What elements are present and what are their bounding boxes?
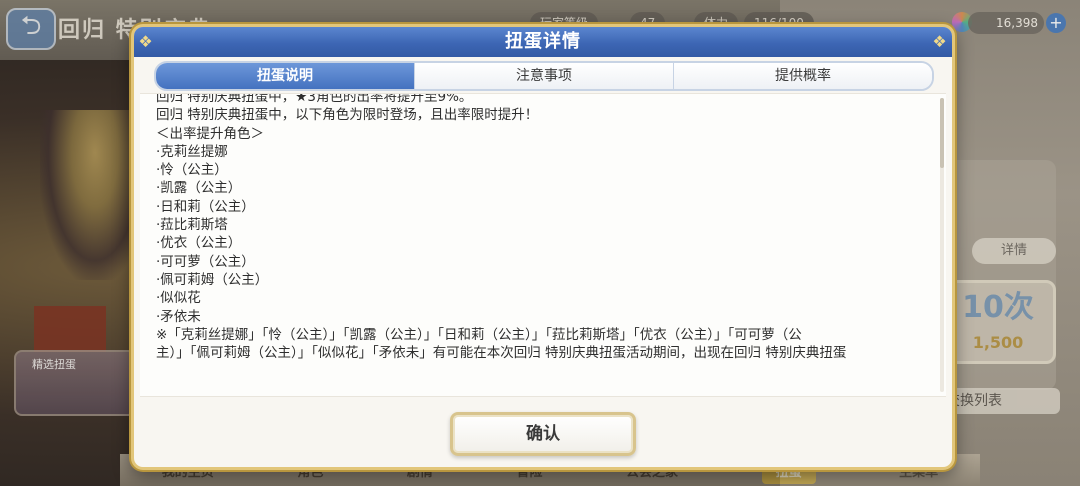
tab-notes[interactable]: 注意事项 <box>415 63 674 89</box>
description-line: ·可可萝（公主） <box>156 253 255 270</box>
description-line: ·佩可莉姆（公主） <box>156 271 269 288</box>
description-line: ※「克莉丝提娜」「怜（公主）」「凯露（公主）」「日和莉（公主）」「菈比莉斯塔」「… <box>156 326 802 343</box>
back-button[interactable]: ⮌ <box>6 8 56 50</box>
description-line: ·优衣（公主） <box>156 235 242 252</box>
dialog-title: 扭蛋详情 <box>505 31 581 52</box>
dialog-header: ❖ 扭蛋详情 ❖ <box>134 27 952 57</box>
description-line: ·似似花 <box>156 290 201 307</box>
tab-gacha-description[interactable]: 扭蛋说明 <box>156 63 415 89</box>
tab-drop-rates[interactable]: 提供概率 <box>674 63 932 89</box>
featured-gacha-card[interactable]: 精选扭蛋 <box>14 350 136 416</box>
description-line: 回归 特别庆典扭蛋中，★3角色的出率将提升至9%。 <box>156 93 473 105</box>
exchange-list-button[interactable]: 交换列表 <box>938 388 1060 414</box>
description-line: ·克莉丝提娜 <box>156 143 228 160</box>
ornament-icon: ❖ <box>932 32 948 51</box>
description-scroll-area[interactable]: 回归 特别庆典扭蛋中，★3角色的出率将提升至9%。 回归 特别庆典扭蛋中，以下角… <box>140 93 946 397</box>
confirm-button[interactable]: 确认 <box>450 412 636 456</box>
description-line: 回归 特别庆典扭蛋中，以下角色为限时登场，且出率限时提升！ <box>156 107 539 124</box>
description-line: ·日和莉（公主） <box>156 198 255 215</box>
description-line: ·矛依未 <box>156 308 201 325</box>
description-text: 回归 特别庆典扭蛋中，★3角色的出率将提升至9%。 回归 特别庆典扭蛋中，以下角… <box>156 93 916 362</box>
detail-button[interactable]: 详情 <box>972 238 1056 264</box>
gacha-detail-dialog: ❖ 扭蛋详情 ❖ 扭蛋说明 注意事项 提供概率 回归 特别庆典扭蛋中，★3角色的… <box>131 24 955 470</box>
ten-pull-label: 10次 <box>962 290 1034 325</box>
description-line: ·菈比莉斯塔 <box>156 217 228 234</box>
banner-thumbnail <box>34 306 106 352</box>
tab-bar: 扭蛋说明 注意事项 提供概率 <box>154 61 934 91</box>
ornament-icon: ❖ <box>138 32 154 51</box>
back-arrow-icon: ⮌ <box>20 11 42 41</box>
description-line: ·凯露（公主） <box>156 180 242 197</box>
ten-pull-button[interactable]: 10次 1,500 <box>940 280 1056 364</box>
add-jewel-button[interactable]: + <box>1046 13 1066 33</box>
description-line: 主）」「佩可莉姆（公主）」「似似花」「矛依未」有可能在本次回归 特别庆典扭蛋活动… <box>156 345 847 362</box>
description-line: ·怜（公主） <box>156 162 228 179</box>
ten-pull-cost: 1,500 <box>972 333 1024 352</box>
banner-label: 精选扭蛋 <box>32 358 76 371</box>
jewel-count: 16,398 <box>968 12 1044 34</box>
scrollbar-thumb[interactable] <box>940 98 944 168</box>
description-line: ＜出率提升角色＞ <box>156 125 264 142</box>
